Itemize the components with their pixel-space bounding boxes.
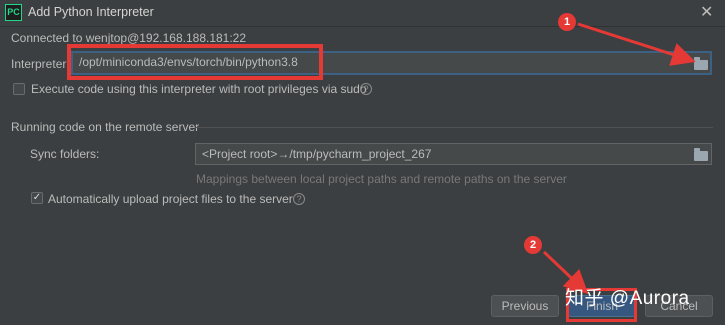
annotation-badge-1: 1 bbox=[558, 13, 576, 31]
arrow-1 bbox=[577, 22, 696, 66]
annotation-badge-2: 2 bbox=[524, 236, 542, 254]
watermark: 知乎 @Aurora bbox=[565, 288, 690, 309]
annotation-arrows bbox=[542, 22, 696, 295]
